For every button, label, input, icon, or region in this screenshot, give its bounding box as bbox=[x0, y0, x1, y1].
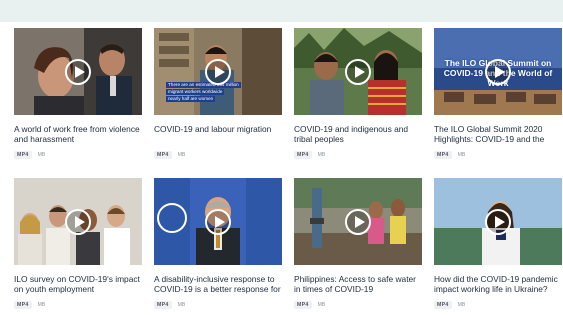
format-badge: MP4 bbox=[14, 151, 32, 159]
video-meta: MP4 MB bbox=[294, 301, 422, 309]
video-title[interactable]: A world of work free from violence and h… bbox=[14, 124, 142, 144]
format-badge: MP4 bbox=[154, 301, 172, 309]
play-icon bbox=[75, 215, 85, 228]
top-banner-strip bbox=[0, 0, 563, 22]
video-meta: MP4 MB bbox=[434, 301, 562, 309]
play-icon bbox=[495, 65, 505, 78]
file-size: MB bbox=[457, 152, 466, 158]
video-thumbnail[interactable] bbox=[14, 178, 142, 265]
video-thumbnail[interactable]: The ILO Global Summit on COVID-19 and th… bbox=[434, 28, 562, 115]
play-icon bbox=[355, 65, 365, 78]
video-meta: MP4 MB bbox=[14, 151, 142, 159]
video-meta: MP4 MB bbox=[154, 151, 282, 159]
video-card[interactable]: ILO survey on COVID-19's impact on youth… bbox=[14, 178, 142, 315]
video-thumbnail[interactable]: There are an estimated 164 million migra… bbox=[154, 28, 282, 115]
play-icon bbox=[495, 215, 505, 228]
video-title[interactable]: A disability-inclusive response to COVID… bbox=[154, 274, 282, 294]
video-meta: MP4 MB bbox=[294, 151, 422, 159]
play-button[interactable] bbox=[345, 208, 371, 235]
video-thumbnail[interactable] bbox=[154, 178, 282, 265]
play-icon bbox=[75, 65, 85, 78]
video-card[interactable]: Philippines: Access to safe water in tim… bbox=[294, 178, 422, 315]
video-title[interactable]: COVID-19 and indigenous and tribal peopl… bbox=[294, 124, 422, 144]
file-size: MB bbox=[37, 302, 46, 308]
video-title[interactable]: How did the COVID-19 pandemic impact wor… bbox=[434, 274, 562, 294]
play-icon bbox=[215, 65, 225, 78]
video-thumbnail[interactable] bbox=[434, 178, 562, 265]
overlay-caption: migrant workers worldwide bbox=[166, 89, 225, 95]
overlay-caption: nearly half are women bbox=[166, 96, 216, 102]
file-size: MB bbox=[177, 152, 186, 158]
play-button[interactable] bbox=[485, 58, 511, 85]
video-thumbnail[interactable] bbox=[294, 28, 422, 115]
video-card[interactable]: A disability-inclusive response to COVID… bbox=[154, 178, 282, 315]
play-icon bbox=[355, 215, 365, 228]
file-size: MB bbox=[317, 152, 326, 158]
overlay-caption: There are an estimated 164 million bbox=[166, 82, 241, 88]
video-card[interactable]: COVID-19 and indigenous and tribal peopl… bbox=[294, 28, 422, 165]
file-size: MB bbox=[37, 152, 46, 158]
format-badge: MP4 bbox=[154, 151, 172, 159]
play-button[interactable] bbox=[65, 208, 91, 235]
video-card[interactable]: There are an estimated 164 million migra… bbox=[154, 28, 282, 165]
video-thumbnail[interactable] bbox=[14, 28, 142, 115]
play-button[interactable] bbox=[205, 208, 231, 235]
video-meta: MP4 MB bbox=[434, 151, 562, 159]
video-title[interactable]: The ILO Global Summit 2020 Highlights: C… bbox=[434, 124, 562, 144]
format-badge: MP4 bbox=[294, 301, 312, 309]
video-title[interactable]: ILO survey on COVID-19's impact on youth… bbox=[14, 274, 142, 294]
play-button[interactable] bbox=[485, 208, 511, 235]
file-size: MB bbox=[317, 302, 326, 308]
video-meta: MP4 MB bbox=[14, 301, 142, 309]
video-meta: MP4 MB bbox=[154, 301, 282, 309]
play-button[interactable] bbox=[205, 58, 231, 85]
format-badge: MP4 bbox=[434, 301, 452, 309]
video-title[interactable]: COVID-19 and labour migration bbox=[154, 124, 282, 144]
format-badge: MP4 bbox=[14, 301, 32, 309]
video-thumbnail[interactable] bbox=[294, 178, 422, 265]
format-badge: MP4 bbox=[434, 151, 452, 159]
video-card[interactable]: The ILO Global Summit on COVID-19 and th… bbox=[434, 28, 562, 165]
video-title[interactable]: Philippines: Access to safe water in tim… bbox=[294, 274, 422, 294]
file-size: MB bbox=[177, 302, 186, 308]
format-badge: MP4 bbox=[294, 151, 312, 159]
video-card[interactable]: How did the COVID-19 pandemic impact wor… bbox=[434, 178, 562, 315]
play-icon bbox=[215, 215, 225, 228]
video-card[interactable]: A world of work free from violence and h… bbox=[14, 28, 142, 165]
file-size: MB bbox=[457, 302, 466, 308]
video-grid: A world of work free from violence and h… bbox=[14, 28, 563, 315]
play-button[interactable] bbox=[345, 58, 371, 85]
play-button[interactable] bbox=[65, 58, 91, 85]
